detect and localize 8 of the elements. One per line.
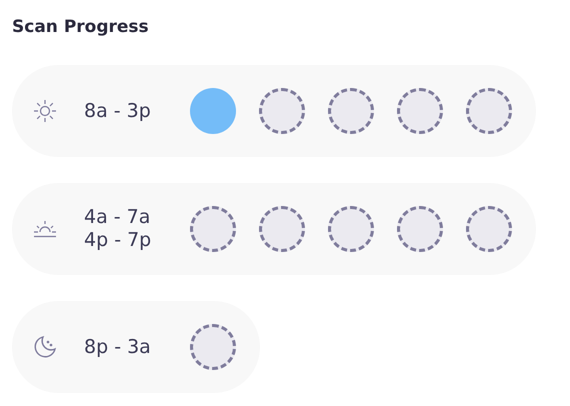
time-range: 4a - 7a <box>84 206 152 229</box>
sunrise-icon <box>33 220 57 238</box>
time-range: 8p - 3a <box>84 336 152 358</box>
section-title: Scan Progress <box>12 16 149 39</box>
time-range: 4p - 7p <box>84 229 152 252</box>
moon-icon <box>33 335 57 359</box>
sun-icon <box>33 99 57 123</box>
time-range: 8a - 3p <box>84 100 152 122</box>
